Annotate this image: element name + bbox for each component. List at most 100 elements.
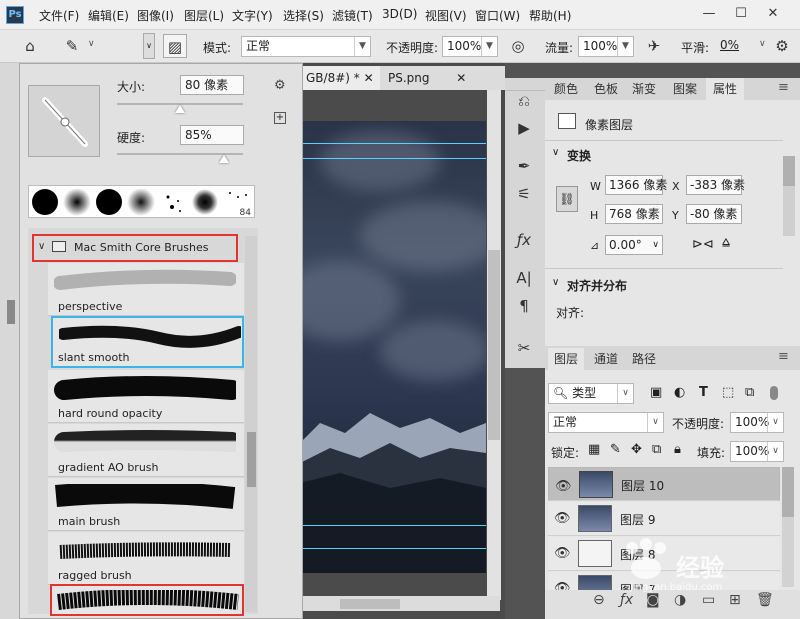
tab-channels[interactable]: 通道 — [588, 348, 624, 370]
close-icon[interactable]: ✕ — [456, 71, 466, 85]
tab-properties[interactable]: 属性 — [706, 78, 744, 100]
lock-transparent-icon[interactable]: ▦ — [588, 442, 600, 457]
panel-menu-icon[interactable]: ≡ — [778, 349, 789, 364]
close-icon[interactable]: ✕ — [364, 71, 374, 85]
fx-icon[interactable]: ƒx — [620, 592, 633, 608]
menu-3d[interactable]: 3D(D) — [382, 7, 417, 21]
hard-round-tip[interactable] — [30, 187, 61, 218]
hard-round-tip[interactable] — [94, 187, 125, 218]
paragraph-icon[interactable]: ¶ — [510, 294, 538, 318]
pressure-opacity-icon[interactable]: ◎ — [506, 34, 530, 58]
brush-list-scroll-thumb[interactable] — [247, 432, 256, 487]
flow-field[interactable]: 100% ▼ — [578, 36, 634, 57]
horizontal-scroll-thumb[interactable] — [340, 599, 400, 609]
opacity-field[interactable]: 100% ▼ — [442, 36, 498, 57]
size-slider-thumb[interactable] — [175, 105, 185, 113]
soft-round-tip[interactable] — [62, 187, 93, 218]
maximize-button[interactable]: ☐ — [730, 4, 752, 24]
tab-document-1[interactable]: GB/8#) * ✕ — [300, 66, 380, 90]
new-group-icon[interactable]: ▭ — [702, 592, 715, 608]
menu-help[interactable]: 帮助(H) — [529, 7, 571, 24]
layer-opacity-field[interactable]: 100% ∨ — [730, 412, 784, 433]
brush-item-slant-smooth[interactable]: slant smooth — [51, 316, 244, 368]
flip-vertical-icon[interactable]: ⩠ — [722, 235, 730, 250]
mode-select[interactable]: 正常 ▼ — [241, 36, 371, 57]
menu-select[interactable]: 选择(S) — [283, 7, 324, 24]
minimize-button[interactable]: — — [698, 4, 720, 24]
brush-item-ragged[interactable]: ragged brush — [48, 532, 244, 585]
eye-icon[interactable]: 👁︎ — [554, 511, 571, 526]
brush-picker-chevron[interactable]: ∨ — [143, 33, 155, 59]
brush-item-perspective[interactable]: perspective — [48, 263, 244, 316]
chevron-down-icon[interactable]: ∨ — [552, 147, 559, 158]
adjustment-layer-icon[interactable]: ◑ — [674, 592, 686, 608]
brush-item-highlighted[interactable] — [50, 584, 244, 616]
brush-settings-toggle-icon[interactable]: ▨ — [163, 34, 187, 58]
filter-shape-icon[interactable]: ⬚ — [722, 385, 734, 400]
horizontal-scrollbar[interactable] — [300, 596, 500, 611]
filter-smart-object-icon[interactable]: ⧉ — [745, 385, 754, 400]
flip-horizontal-icon[interactable]: ⊳⊲ — [692, 237, 714, 252]
spatter-tip[interactable]: 84 — [222, 187, 253, 218]
panel-menu-icon[interactable]: ≡ — [778, 80, 789, 95]
chevron-down-icon[interactable]: ∨ — [552, 277, 559, 288]
tab-layers[interactable]: 图层 — [548, 348, 584, 370]
brush-item-main[interactable]: main brush — [48, 478, 244, 531]
properties-scroll-thumb[interactable] — [783, 156, 795, 186]
layer-row[interactable]: 👁︎ 图层 10 — [548, 467, 780, 501]
smoothing-settings-icon[interactable]: ⚙ — [770, 34, 794, 58]
lock-artboard-icon[interactable]: ⧉ — [652, 442, 661, 457]
hardness-field[interactable]: 85% — [180, 125, 244, 145]
angle-field[interactable]: 0.00° ∨ — [605, 235, 663, 255]
vertical-scroll-thumb[interactable] — [488, 250, 500, 440]
brush-list-scrollbar[interactable] — [245, 236, 257, 612]
character-icon[interactable]: A| — [510, 266, 538, 290]
new-preset-icon[interactable]: + — [274, 112, 286, 124]
actions-play-icon[interactable]: ▶ — [510, 116, 538, 140]
chevron-down-icon[interactable]: ∨ — [38, 241, 45, 252]
spatter-tip[interactable] — [158, 187, 189, 218]
layer-row[interactable]: 👁︎ 图层 7 — [548, 572, 780, 592]
menu-file[interactable]: 文件(F) — [39, 7, 79, 24]
tab-patterns[interactable]: 图案 — [668, 78, 702, 100]
width-field[interactable]: 1366 像素 — [605, 175, 667, 195]
x-field[interactable]: -383 像素 — [686, 175, 745, 195]
brush-item-hard-round-opacity[interactable]: hard round opacity — [48, 370, 244, 423]
filter-adjustment-icon[interactable]: ◐ — [674, 385, 685, 400]
layer-name[interactable]: 图层 8 — [620, 546, 655, 563]
eye-icon[interactable]: 👁︎ — [555, 477, 572, 496]
soft-round-tip[interactable] — [126, 187, 157, 218]
menu-edit[interactable]: 编辑(E) — [88, 7, 129, 24]
tools-icon[interactable]: ✂ — [510, 336, 538, 360]
menu-image[interactable]: 图像(I) — [137, 7, 174, 24]
mask-icon[interactable]: ◙ — [646, 592, 660, 608]
brush-tool-icon[interactable]: ✎ — [60, 34, 84, 58]
lock-all-icon[interactable]: 🔒︎ — [674, 442, 681, 457]
brush-group-header[interactable]: ∨ Mac Smith Core Brushes — [32, 234, 238, 262]
close-button[interactable]: ✕ — [762, 4, 784, 24]
tab-swatches[interactable]: 色板 — [589, 78, 623, 100]
link-layers-icon[interactable]: ⊖ — [593, 592, 605, 608]
fill-field[interactable]: 100% ∨ — [730, 441, 784, 462]
smooth-field[interactable]: 0% — [716, 36, 756, 57]
link-icon[interactable]: ⛓ — [556, 186, 578, 212]
hardness-slider-thumb[interactable] — [219, 155, 230, 163]
document-canvas[interactable] — [300, 121, 486, 573]
home-icon[interactable]: ⌂ — [18, 34, 42, 58]
menu-window[interactable]: 窗口(W) — [475, 7, 520, 24]
brush-item-gradient-ao[interactable]: gradient AO brush — [48, 424, 244, 477]
tab-document-2[interactable]: PS.png ✕ — [382, 66, 472, 90]
new-layer-icon[interactable]: ⊞ — [729, 592, 741, 608]
lock-pixels-icon[interactable]: ✎ — [610, 442, 621, 457]
brush-settings-icon[interactable]: ✒ — [510, 154, 538, 178]
layer-row[interactable]: 👁︎ 图层 9 — [548, 502, 780, 536]
filter-pixel-icon[interactable]: ▣ — [650, 385, 662, 400]
menu-view[interactable]: 视图(V) — [425, 7, 467, 24]
blend-mode-select[interactable]: 正常 ∨ — [548, 412, 664, 433]
layer-filter-select[interactable]: 🔍︎ 类型 ∨ — [548, 383, 634, 404]
eye-icon[interactable]: 👁︎ — [554, 546, 571, 561]
filter-toggle[interactable] — [770, 386, 778, 400]
airbrush-icon[interactable]: ✈ — [642, 34, 666, 58]
tab-paths[interactable]: 路径 — [626, 348, 662, 370]
menu-filter[interactable]: 滤镜(T) — [332, 7, 373, 24]
